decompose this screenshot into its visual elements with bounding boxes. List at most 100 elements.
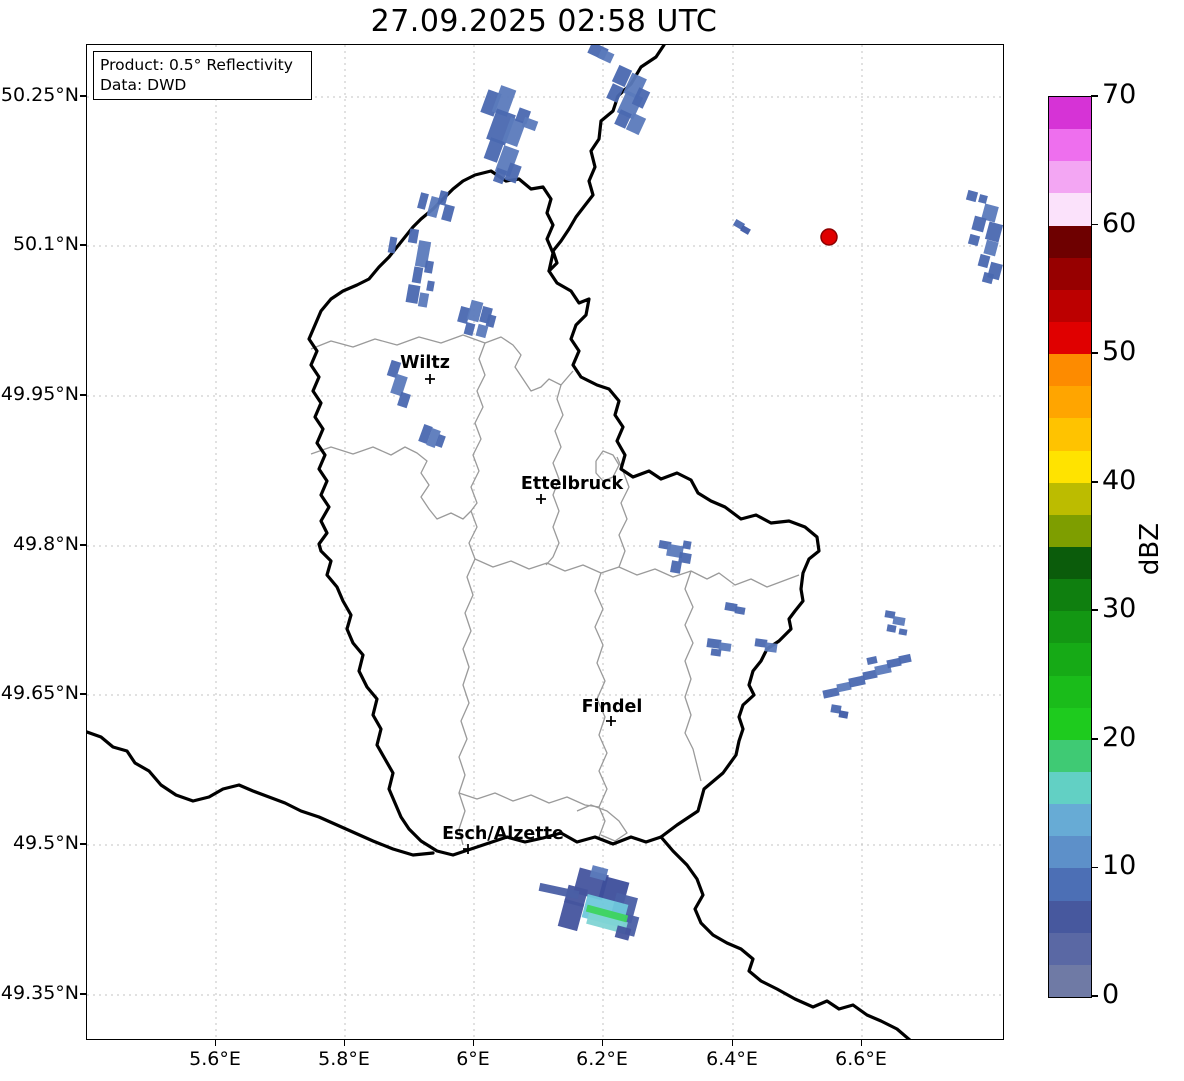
radar-echo-pixel — [670, 560, 682, 574]
colorbar-axis-label: dBZ — [1135, 522, 1165, 576]
country-border-path — [659, 835, 912, 1039]
colorbar-segment — [1049, 579, 1091, 612]
colorbar-segment — [1049, 868, 1091, 901]
colorbar-tick-label: 60 — [1102, 207, 1137, 239]
radar-echo-pixel — [971, 215, 987, 233]
radar-echo-pixel — [390, 373, 408, 397]
colorbar-segment — [1049, 739, 1091, 772]
y-tick-label: 50.1°N — [12, 233, 79, 255]
district-border-path — [468, 342, 486, 560]
colorbar-tick-mark — [1091, 738, 1098, 740]
colorbar-segment — [1049, 804, 1091, 837]
radar-echo-pixel — [838, 710, 849, 719]
radar-echo-pixel — [710, 648, 722, 657]
x-tick-label: 6°E — [456, 1048, 490, 1070]
colorbar-segment — [1049, 707, 1091, 740]
radar-echo-pixel — [983, 239, 999, 257]
x-tick-mark — [214, 1039, 216, 1046]
colorbar-tick-mark — [1091, 223, 1098, 226]
y-tick-label: 50.25°N — [0, 84, 79, 106]
y-tick-mark — [80, 394, 86, 396]
y-tick-label: 49.65°N — [0, 682, 79, 704]
colorbar-tick-label: 50 — [1102, 336, 1137, 368]
colorbar-tick-label: 40 — [1102, 464, 1137, 496]
radar-echo-pixel — [848, 675, 866, 688]
colorbar-segment — [1049, 643, 1091, 676]
radar-echo-pixel — [967, 233, 981, 247]
radar-echo-pixel — [978, 194, 988, 204]
radar-echo-pixel — [606, 83, 624, 103]
x-tick-mark — [472, 1039, 474, 1046]
colorbar-segment — [1049, 418, 1091, 451]
colorbar-tick-label: 0 — [1102, 979, 1120, 1010]
y-tick-mark — [80, 993, 86, 995]
radar-echo-pixel — [764, 642, 778, 653]
x-tick-label: 6.2°E — [576, 1048, 628, 1070]
radar-echo-pixel — [538, 882, 580, 900]
radar-echo-pixel — [441, 203, 455, 223]
colorbar-segment — [1049, 836, 1091, 869]
radar-echo-pixel — [965, 189, 979, 203]
radar-echo-pixel — [682, 540, 692, 550]
radar-echo-pixel — [984, 221, 1003, 243]
x-tick-mark — [601, 1039, 603, 1046]
district-border-path — [458, 558, 476, 846]
district-border-path — [576, 804, 628, 842]
city-marker-icon — [536, 494, 546, 504]
y-tick-label: 49.5°N — [12, 832, 79, 854]
city-label: Findel — [582, 697, 643, 717]
colorbar-segment — [1049, 97, 1091, 130]
y-tick-label: 49.95°N — [0, 383, 79, 405]
colorbar-tick-label: 20 — [1102, 721, 1137, 753]
colorbar-segment — [1049, 257, 1091, 290]
radar-map-screenshot: 27.09.2025 02:58 UTC Wiltz Ettelbruck Find… — [0, 0, 1184, 1081]
colorbar-segment — [1049, 964, 1091, 997]
colorbar-tick-label: 10 — [1102, 850, 1137, 882]
colorbar-segment — [1049, 675, 1091, 708]
colorbar-segment — [1049, 514, 1091, 547]
radar-echo-pixel — [417, 192, 429, 210]
colorbar-segment — [1049, 225, 1091, 258]
x-tick-label: 6.6°E — [835, 1048, 887, 1070]
y-tick-mark — [80, 544, 86, 546]
x-tick-mark — [860, 1039, 862, 1046]
radar-echo-pixel — [866, 656, 878, 665]
radar-site-dot — [820, 228, 838, 246]
colorbar-segment — [1049, 482, 1091, 515]
district-border-path — [684, 570, 702, 782]
radar-echo-pixel — [426, 280, 435, 292]
radar-echo-pixel — [557, 898, 585, 932]
radar-echo-pixel — [475, 323, 489, 339]
radar-echo-pixel — [734, 606, 746, 615]
x-tick-label: 5.6°E — [189, 1048, 241, 1070]
radar-echo-pixel — [898, 628, 908, 636]
product-info-line2: Data: DWD — [100, 76, 187, 94]
colorbar-segment — [1049, 129, 1091, 162]
radar-echo-pixel — [977, 253, 991, 269]
colorbar-segment — [1049, 932, 1091, 965]
colorbar-tick-label: 70 — [1102, 79, 1137, 110]
product-info-box: Product: 0.5° Reflectivity Data: DWD — [93, 51, 312, 100]
colorbar-tick-mark — [1091, 609, 1098, 612]
city-label: Esch/Alzette — [442, 824, 564, 844]
y-tick-mark — [80, 843, 86, 845]
colorbar-segment — [1049, 900, 1091, 933]
radar-echo-pixel — [405, 284, 421, 304]
x-tick-mark — [731, 1039, 733, 1046]
colorbar-tick-mark — [1091, 480, 1098, 483]
radar-echo-pixel — [898, 653, 912, 665]
radar-echo-pixel — [892, 616, 906, 626]
colorbar-segment — [1049, 771, 1091, 805]
radar-echo-pixel — [437, 190, 449, 206]
country-border-path — [307, 169, 821, 857]
colorbar-segment — [1049, 321, 1091, 355]
map-plot-area: Wiltz Ettelbruck Findel Esch/Alzette — [86, 44, 1004, 1040]
y-tick-mark — [80, 95, 86, 97]
radar-echo-pixel — [822, 687, 840, 699]
colorbar-segment — [1049, 450, 1091, 483]
district-border-path — [474, 558, 800, 588]
page-title: 27.09.2025 02:58 UTC — [370, 4, 718, 39]
x-tick-mark — [343, 1039, 345, 1046]
colorbar-segment — [1049, 289, 1091, 322]
colorbar — [1048, 96, 1092, 998]
